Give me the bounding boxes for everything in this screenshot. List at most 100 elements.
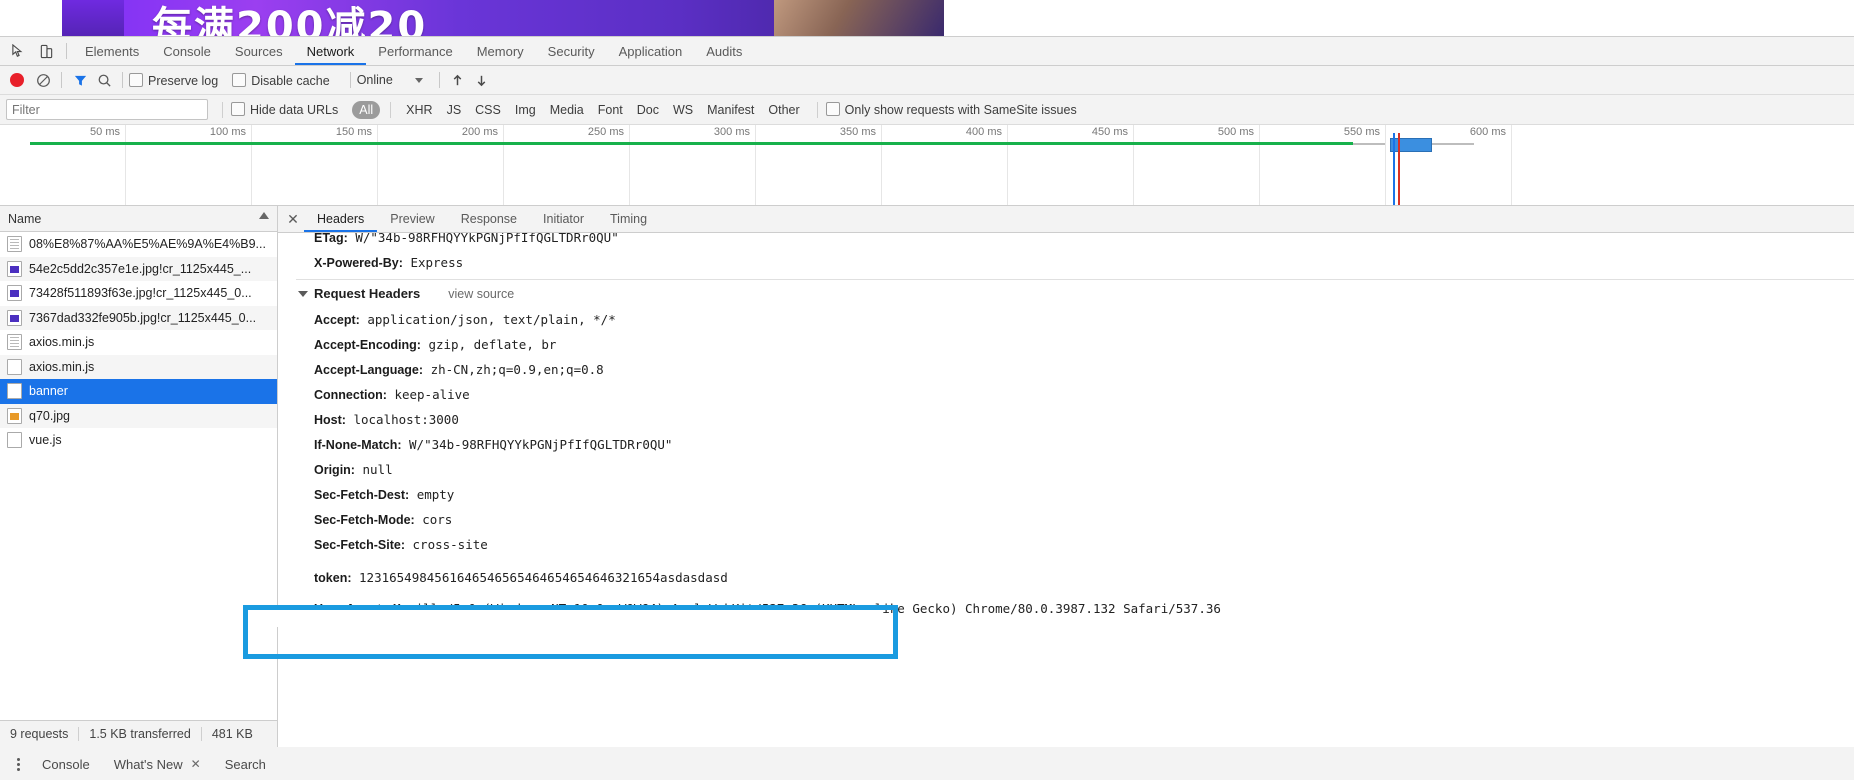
type-filter-js[interactable]: JS [440, 103, 469, 117]
type-filter-doc[interactable]: Doc [630, 103, 666, 117]
type-filter-img[interactable]: Img [508, 103, 543, 117]
type-filter-manifest[interactable]: Manifest [700, 103, 761, 117]
inspect-cursor-icon[interactable] [4, 38, 32, 64]
throttling-dropdown[interactable]: Online [357, 73, 423, 87]
tab-response[interactable]: Response [448, 207, 530, 232]
tab-memory[interactable]: Memory [465, 38, 536, 65]
disable-cache-checkbox[interactable]: Disable cache [232, 72, 330, 88]
timeline-tick: 400 ms [881, 125, 1008, 205]
header-key: ETag: [314, 233, 348, 245]
import-har-icon[interactable] [446, 69, 470, 91]
network-overview-timeline[interactable]: 50 ms 100 ms 150 ms 200 ms 250 ms 300 ms… [0, 125, 1854, 206]
table-row[interactable]: 73428f511893f63e.jpg!cr_1125x445_0... [0, 281, 277, 306]
more-options-icon[interactable] [6, 750, 30, 778]
sort-ascending-icon[interactable] [259, 212, 269, 219]
filter-input[interactable] [6, 99, 208, 120]
drawer-tab-console[interactable]: Console [30, 757, 102, 772]
chevron-down-icon[interactable] [298, 290, 308, 297]
view-source-link[interactable]: view source [448, 287, 514, 301]
search-icon[interactable] [92, 69, 116, 91]
table-row[interactable]: 7367dad332fe905b.jpg!cr_1125x445_0... [0, 305, 277, 330]
timeline-tick: 100 ms [125, 125, 252, 205]
header-value: keep-alive [394, 386, 470, 402]
network-controls-row: Preserve log Disable cache Online [0, 66, 1854, 95]
table-row[interactable]: axios.min.js [0, 330, 277, 355]
controls-divider-3 [349, 72, 351, 88]
export-har-icon[interactable] [470, 69, 494, 91]
tick-label: 200 ms [461, 126, 498, 138]
header-line-token: token: 123165498456164654656546465465464… [296, 565, 1854, 590]
tab-security[interactable]: Security [536, 38, 607, 65]
overview-load-event-marker [1398, 133, 1400, 205]
document-icon [7, 334, 22, 351]
preserve-log-checkbox[interactable]: Preserve log [129, 72, 219, 88]
hide-data-urls-checkbox[interactable]: Hide data URLs [231, 102, 338, 117]
header-line: Host: localhost:3000 [296, 407, 1854, 432]
tab-console[interactable]: Console [151, 38, 223, 65]
device-toggle-icon[interactable] [32, 38, 60, 64]
table-row[interactable]: q70.jpg [0, 403, 277, 428]
network-body: Name 08%E8%87%AA%E5%AE%9A%E4%B9... 54e2c… [0, 206, 1854, 780]
close-icon[interactable]: ✕ [282, 207, 304, 231]
tab-elements[interactable]: Elements [73, 38, 151, 65]
tab-network[interactable]: Network [295, 38, 367, 65]
request-list-header[interactable]: Name [0, 206, 277, 232]
tab-preview[interactable]: Preview [377, 207, 447, 232]
table-row[interactable]: 08%E8%87%AA%E5%AE%9A%E4%B9... [0, 232, 277, 257]
tab-audits[interactable]: Audits [694, 38, 754, 65]
overview-network-bar [30, 142, 1353, 145]
hide-data-urls-label: Hide data URLs [250, 103, 339, 117]
request-name: vue.js [29, 433, 62, 448]
table-row[interactable]: axios.min.js [0, 354, 277, 379]
drawer-tab-whats-new[interactable]: What's New ✕ [102, 757, 213, 772]
header-value: zh-CN,zh;q=0.9,en;q=0.8 [430, 361, 604, 377]
resources-size: 481 KB [211, 727, 253, 741]
header-value: 1231654984561646546565464654654646321654… [359, 569, 728, 585]
header-value: W/"34b-98RFHQYYkPGNjPfIfQGLTDRr0QU" [355, 233, 619, 245]
samesite-issues-checkbox[interactable]: Only show requests with SameSite issues [825, 102, 1077, 117]
header-key: If-None-Match: [314, 437, 402, 452]
tab-application[interactable]: Application [607, 38, 695, 65]
header-value: gzip, deflate, br [428, 336, 557, 352]
request-list-panel: Name 08%E8%87%AA%E5%AE%9A%E4%B9... 54e2c… [0, 206, 278, 780]
type-filter-xhr[interactable]: XHR [399, 103, 439, 117]
overview-domcontentloaded-marker [1393, 133, 1395, 205]
request-name: 7367dad332fe905b.jpg!cr_1125x445_0... [29, 310, 257, 325]
document-icon [7, 236, 22, 253]
tab-sources[interactable]: Sources [223, 38, 295, 65]
table-row-selected[interactable]: banner [0, 379, 277, 404]
header-key: Host: [314, 412, 346, 427]
drawer-tab-label: Search [224, 756, 266, 772]
close-icon[interactable]: ✕ [191, 757, 201, 771]
type-filter-css[interactable]: CSS [468, 103, 508, 117]
type-filter-ws[interactable]: WS [666, 103, 700, 117]
clear-icon[interactable] [31, 69, 55, 91]
table-row[interactable]: 54e2c5dd2c357e1e.jpg!cr_1125x445_... [0, 256, 277, 281]
overview-tail [1432, 143, 1474, 145]
tab-timing[interactable]: Timing [597, 207, 660, 232]
header-line: X-Powered-By: Express [296, 250, 1854, 275]
header-line: Sec-Fetch-Site: cross-site [296, 532, 1854, 557]
type-filter-all[interactable]: All [352, 100, 381, 119]
header-line: Origin: null [296, 457, 1854, 482]
request-name: 54e2c5dd2c357e1e.jpg!cr_1125x445_... [29, 261, 252, 276]
tab-performance[interactable]: Performance [366, 38, 464, 65]
tab-headers[interactable]: Headers [304, 207, 377, 232]
tab-initiator[interactable]: Initiator [530, 207, 597, 232]
devtools-drawer: Console What's New ✕ Search [0, 746, 1854, 780]
transferred-size: 1.5 KB transferred [89, 727, 191, 741]
header-value: application/json, text/plain, */* [367, 311, 616, 327]
type-filter-other[interactable]: Other [761, 103, 806, 117]
headers-content[interactable]: ETag: W/"34b-98RFHQYYkPGNjPfIfQGLTDRr0QU… [278, 233, 1854, 780]
overview-tail [1353, 143, 1385, 145]
drawer-tab-search[interactable]: Search [213, 757, 278, 772]
devtools-window: Elements Console Sources Network Perform… [0, 36, 1854, 780]
preserve-log-label: Preserve log [148, 73, 219, 88]
request-headers-section-header[interactable]: Request Headers view source [296, 279, 1854, 307]
plain-file-icon [7, 432, 22, 449]
table-row[interactable]: vue.js [0, 428, 277, 453]
record-stop-icon[interactable] [10, 73, 24, 87]
filter-funnel-icon[interactable] [68, 69, 92, 91]
type-filter-media[interactable]: Media [543, 103, 591, 117]
type-filter-font[interactable]: Font [591, 103, 630, 117]
